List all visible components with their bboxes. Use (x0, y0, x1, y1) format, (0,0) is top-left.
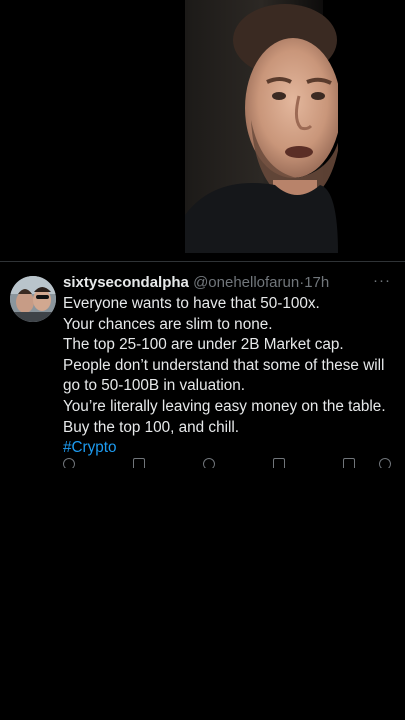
tweet-line: Everyone wants to have that 50-100x. (63, 295, 320, 312)
tweet-line: go to 50-100B in valuation. (63, 377, 245, 395)
tweet-line: You’re literally leaving easy money on t… (63, 397, 386, 415)
tweet-line: The top 25-100 are under 2B Market cap. (63, 336, 344, 354)
tweet-text: Everyone wants to have that 50-100x. You… (63, 294, 401, 459)
bookmark-icon[interactable] (343, 458, 355, 468)
tweet-line: Buy the top 100, and chill. (63, 418, 240, 436)
tweet-header: sixtysecondalpha @onehellofarun·17h (63, 273, 363, 295)
avatar[interactable] (10, 276, 56, 322)
speaker-video (185, 0, 338, 253)
display-name[interactable]: sixtysecondalpha (63, 274, 189, 291)
user-handle[interactable]: @onehellofarun (193, 274, 299, 291)
tweet-actions (63, 458, 393, 468)
tweet-line: People don’t understand that some of the… (63, 356, 385, 374)
views-icon[interactable] (273, 458, 285, 468)
webcam-overlay (185, 0, 338, 253)
tweet-line: Your chances are slim to none. (63, 315, 273, 333)
more-horizontal-icon[interactable]: ··· (371, 272, 393, 290)
video-frame: sixtysecondalpha @onehellofarun·17h ··· … (0, 0, 405, 720)
like-icon[interactable] (203, 458, 215, 468)
reply-icon[interactable] (63, 458, 75, 468)
share-icon[interactable] (379, 458, 391, 468)
retweet-icon[interactable] (133, 458, 145, 468)
tweet-card[interactable]: sixtysecondalpha @onehellofarun·17h ··· … (0, 262, 405, 468)
timestamp[interactable]: 17h (304, 274, 329, 291)
hashtag-link[interactable]: #Crypto (63, 438, 401, 459)
avatar-image (10, 276, 56, 322)
